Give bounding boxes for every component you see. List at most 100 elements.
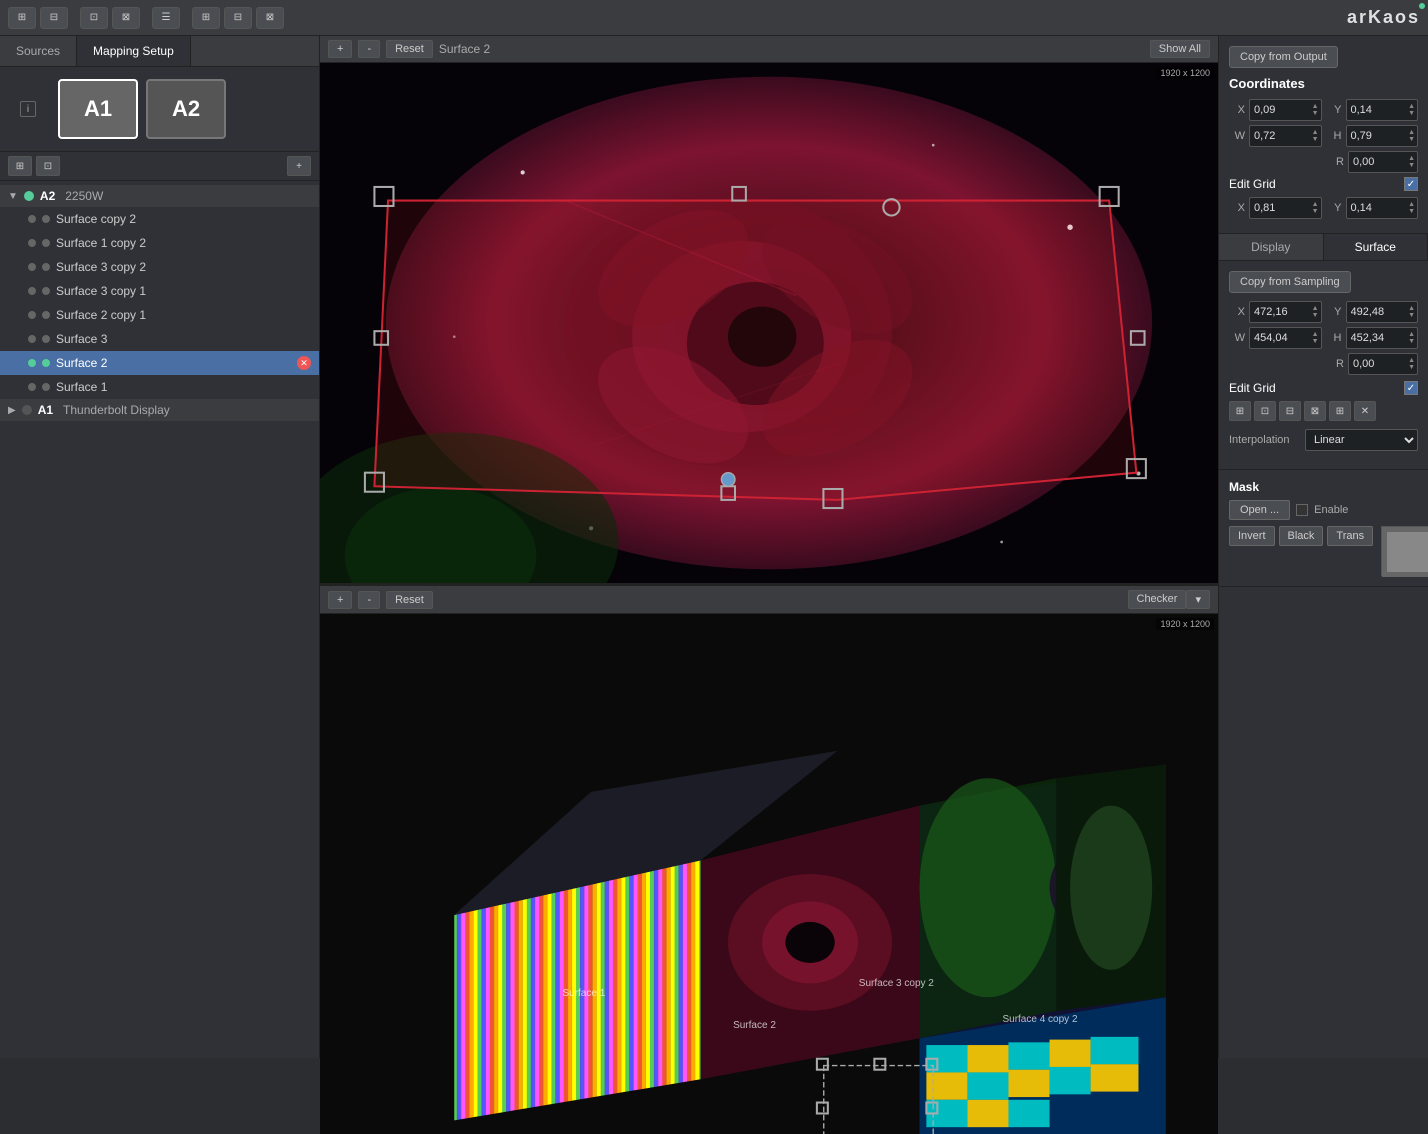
surface-item-3copy1[interactable]: Surface 3 copy 1 xyxy=(0,279,319,303)
surface-name-3copy2: Surface 3 copy 2 xyxy=(56,260,311,274)
toolbar-btn-5[interactable]: ☰ xyxy=(152,7,180,29)
grid-icon-5[interactable]: ⊞ xyxy=(1329,401,1351,421)
grid-icon-3[interactable]: ⊟ xyxy=(1279,401,1301,421)
sy-spin[interactable]: ▲▼ xyxy=(1407,302,1416,322)
toolbar-btn-4[interactable]: ⊠ xyxy=(112,7,140,29)
w-input[interactable]: ▲▼ xyxy=(1249,125,1322,147)
surface-dot-2b xyxy=(42,239,50,247)
interpolation-label: Interpolation xyxy=(1229,434,1299,446)
x-input[interactable]: ▲▼ xyxy=(1249,99,1322,121)
y-field[interactable] xyxy=(1351,104,1400,116)
grid-icon-2[interactable]: ⊡ xyxy=(1254,401,1276,421)
surface-item-copy2[interactable]: Surface copy 2 xyxy=(0,207,319,231)
surface-item-2-selected[interactable]: Surface 2 ✕ xyxy=(0,351,319,375)
h-field[interactable] xyxy=(1351,130,1400,142)
sr-field[interactable] xyxy=(1353,358,1399,370)
x-field[interactable] xyxy=(1254,104,1303,116)
surface-close-btn[interactable]: ✕ xyxy=(297,356,311,370)
r-input[interactable]: ▲▼ xyxy=(1348,151,1418,173)
w-field[interactable] xyxy=(1254,130,1303,142)
tab-sources[interactable]: Sources xyxy=(0,36,77,66)
r-spin[interactable]: ▲▼ xyxy=(1407,152,1416,172)
surface-name-3: Surface 3 xyxy=(56,332,311,346)
mask-invert-btn[interactable]: Invert xyxy=(1229,526,1275,546)
surface-dot-3a xyxy=(28,263,36,271)
sr-spin[interactable]: ▲▼ xyxy=(1407,354,1416,374)
toolbar-btn-8[interactable]: ⊠ xyxy=(256,7,284,29)
device-dot-a1 xyxy=(22,405,32,415)
toolbar-btn-6[interactable]: ⊞ xyxy=(192,7,220,29)
vp-bottom-checker-arrow[interactable]: ▾ xyxy=(1186,590,1210,609)
surface-item-2copy1[interactable]: Surface 2 copy 1 xyxy=(0,303,319,327)
surface-item-3copy2[interactable]: Surface 3 copy 2 xyxy=(0,255,319,279)
source-a1[interactable]: A1 xyxy=(58,79,138,139)
vp-top-reset-btn[interactable]: Reset xyxy=(386,40,433,58)
vp-top-add-btn[interactable]: + xyxy=(328,40,352,58)
grid-icon-1[interactable]: ⊞ xyxy=(1229,401,1251,421)
sh-input[interactable]: ▲▼ xyxy=(1346,327,1419,349)
toolbar-btn-1[interactable]: ⊞ xyxy=(8,7,36,29)
device-header-a2[interactable]: ▼ A2 2250W xyxy=(0,185,319,207)
toolbar-btn-3[interactable]: ⊡ xyxy=(80,7,108,29)
x-spin[interactable]: ▲▼ xyxy=(1311,100,1320,120)
view-btn-2[interactable]: ⊡ xyxy=(36,156,60,176)
h-input[interactable]: ▲▼ xyxy=(1346,125,1419,147)
vp-bottom-reset-btn[interactable]: Reset xyxy=(386,591,433,609)
vp-bottom-checker-btn[interactable]: Checker xyxy=(1128,590,1187,609)
grid-y-spin[interactable]: ▲▼ xyxy=(1407,198,1416,218)
tab-surface[interactable]: Surface xyxy=(1324,234,1428,260)
vp-top-remove-btn[interactable]: - xyxy=(358,40,380,58)
expand-icon[interactable]: i xyxy=(20,101,36,117)
grid-y-input[interactable]: ▲▼ xyxy=(1346,197,1419,219)
grid-x-input[interactable]: ▲▼ xyxy=(1249,197,1322,219)
sy-input[interactable]: ▲▼ xyxy=(1346,301,1419,323)
grid-y-field[interactable] xyxy=(1351,202,1400,214)
grid-icon-4[interactable]: ⊠ xyxy=(1304,401,1326,421)
view-btn-1[interactable]: ⊞ xyxy=(8,156,32,176)
sr-input[interactable]: ▲▼ xyxy=(1348,353,1418,375)
y-spin[interactable]: ▲▼ xyxy=(1407,100,1416,120)
grid-x-field[interactable] xyxy=(1254,202,1303,214)
surface-dot-5a xyxy=(28,311,36,319)
grid-icon-6[interactable]: ✕ xyxy=(1354,401,1376,421)
vp-top-show-all-btn[interactable]: Show All xyxy=(1150,40,1210,58)
tab-mapping-setup[interactable]: Mapping Setup xyxy=(77,36,191,66)
grid-x-spin[interactable]: ▲▼ xyxy=(1311,198,1320,218)
device-header-a1[interactable]: ▶ A1 Thunderbolt Display xyxy=(0,399,319,421)
mask-trans-btn[interactable]: Trans xyxy=(1327,526,1373,546)
surface-item-1copy2[interactable]: Surface 1 copy 2 xyxy=(0,231,319,255)
copy-from-sampling-btn[interactable]: Copy from Sampling xyxy=(1229,271,1351,293)
surface-item-1[interactable]: Surface 1 xyxy=(0,375,319,399)
h-spin[interactable]: ▲▼ xyxy=(1407,126,1416,146)
sh-field[interactable] xyxy=(1351,332,1400,344)
edit-grid-checkbox-top[interactable]: ✓ xyxy=(1404,177,1418,191)
edit-grid-checkbox-bottom[interactable]: ✓ xyxy=(1404,381,1418,395)
mask-open-btn[interactable]: Open ... xyxy=(1229,500,1290,520)
sw-input[interactable]: ▲▼ xyxy=(1249,327,1322,349)
toolbar-btn-7[interactable]: ⊟ xyxy=(224,7,252,29)
vp-bottom-add-btn[interactable]: + xyxy=(328,591,352,609)
sx-spin[interactable]: ▲▼ xyxy=(1311,302,1320,322)
toolbar-btn-2[interactable]: ⊟ xyxy=(40,7,68,29)
vp-bottom-remove-btn[interactable]: - xyxy=(358,591,380,609)
r-field[interactable] xyxy=(1353,156,1399,168)
sx-input[interactable]: ▲▼ xyxy=(1249,301,1322,323)
w-spin[interactable]: ▲▼ xyxy=(1311,126,1320,146)
surface-item-3[interactable]: Surface 3 xyxy=(0,327,319,351)
sw-spin[interactable]: ▲▼ xyxy=(1311,328,1320,348)
tab-display[interactable]: Display xyxy=(1219,234,1324,260)
edit-grid-title-bottom: Edit Grid xyxy=(1229,381,1276,395)
interpolation-select[interactable]: Linear Nearest Cubic xyxy=(1305,429,1418,451)
y-input[interactable]: ▲▼ xyxy=(1346,99,1419,121)
sy-field[interactable] xyxy=(1351,306,1400,318)
source-a2[interactable]: A2 xyxy=(146,79,226,139)
sh-spin[interactable]: ▲▼ xyxy=(1407,328,1416,348)
sx-field[interactable] xyxy=(1254,306,1303,318)
top-res-badge: 1920 x 1200 xyxy=(1156,67,1214,79)
sw-field[interactable] xyxy=(1254,332,1303,344)
add-surface-btn[interactable]: + xyxy=(287,156,311,176)
mask-black-btn[interactable]: Black xyxy=(1279,526,1324,546)
mask-enable-checkbox[interactable] xyxy=(1296,504,1308,516)
copy-from-output-btn[interactable]: Copy from Output xyxy=(1229,46,1338,68)
y-label: Y xyxy=(1326,104,1342,116)
